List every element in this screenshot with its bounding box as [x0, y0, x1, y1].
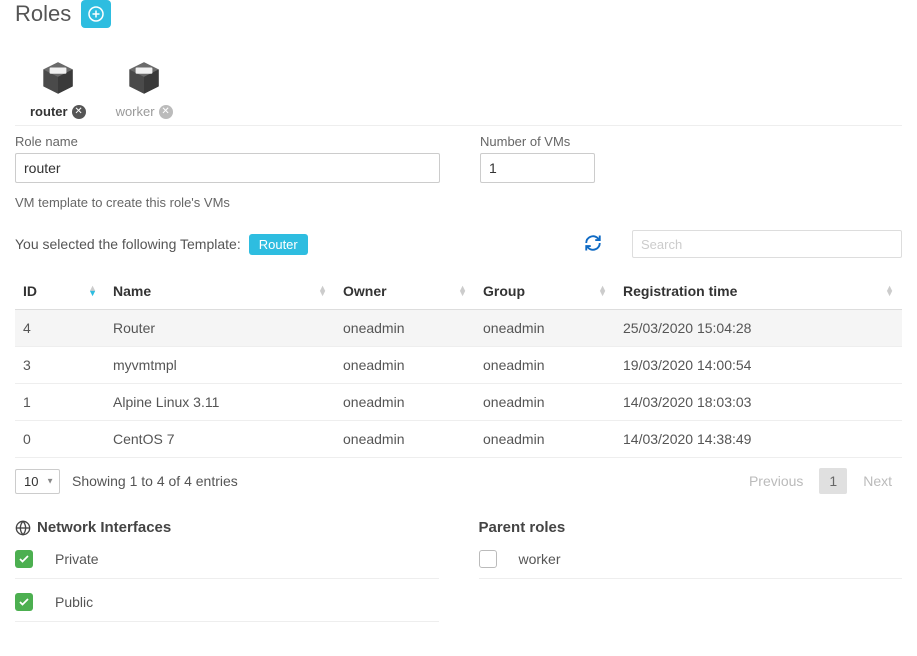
role-name-label: Role name	[15, 134, 440, 149]
cell-reg: 14/03/2020 14:38:49	[615, 421, 902, 458]
close-icon[interactable]: ✕	[72, 105, 86, 119]
tab-worker[interactable]: worker ✕	[116, 58, 173, 125]
num-vms-label: Number of VMs	[480, 134, 595, 149]
parent-item-label: worker	[519, 551, 561, 567]
globe-icon	[15, 520, 31, 536]
cell-id: 0	[15, 421, 105, 458]
cell-group: oneadmin	[475, 310, 615, 347]
page-1-button[interactable]: 1	[819, 468, 847, 494]
tab-label: worker	[116, 104, 155, 119]
parent-item-checkbox[interactable]	[479, 550, 497, 568]
cell-owner: oneadmin	[335, 310, 475, 347]
network-item-checkbox[interactable]	[15, 593, 33, 611]
page-size-select[interactable]: 10	[15, 469, 60, 494]
col-id[interactable]: ID▲▼	[15, 273, 105, 310]
cell-name: CentOS 7	[105, 421, 335, 458]
network-title: Network Interfaces	[37, 519, 171, 536]
cell-id: 1	[15, 384, 105, 421]
cell-owner: oneadmin	[335, 384, 475, 421]
cell-group: oneadmin	[475, 384, 615, 421]
num-vms-input[interactable]	[480, 153, 595, 183]
next-button[interactable]: Next	[853, 468, 902, 494]
refresh-button[interactable]	[584, 234, 602, 255]
table-row[interactable]: 4Routeroneadminoneadmin25/03/2020 15:04:…	[15, 310, 902, 347]
network-item-row: Private	[15, 550, 439, 579]
close-icon[interactable]: ✕	[159, 105, 173, 119]
col-group[interactable]: Group▲▼	[475, 273, 615, 310]
cell-group: oneadmin	[475, 347, 615, 384]
plus-circle-icon	[88, 6, 104, 22]
cube-icon	[123, 58, 165, 100]
role-tabs: router ✕ worker ✕	[15, 58, 902, 126]
tab-router[interactable]: router ✕	[30, 58, 86, 125]
search-input[interactable]	[632, 230, 902, 258]
cell-name: Alpine Linux 3.11	[105, 384, 335, 421]
table-row[interactable]: 0CentOS 7oneadminoneadmin14/03/2020 14:3…	[15, 421, 902, 458]
cell-owner: oneadmin	[335, 421, 475, 458]
cell-group: oneadmin	[475, 421, 615, 458]
cell-name: myvmtmpl	[105, 347, 335, 384]
cell-reg: 14/03/2020 18:03:03	[615, 384, 902, 421]
templates-table: ID▲▼ Name▲▼ Owner▲▼ Group▲▼ Registration…	[15, 273, 902, 458]
selected-template-badge: Router	[249, 234, 308, 255]
col-owner[interactable]: Owner▲▼	[335, 273, 475, 310]
table-row[interactable]: 1Alpine Linux 3.11oneadminoneadmin14/03/…	[15, 384, 902, 421]
network-item-row: Public	[15, 593, 439, 622]
refresh-icon	[584, 234, 602, 252]
template-label: VM template to create this role's VMs	[15, 195, 902, 210]
parent-item-row: worker	[479, 550, 903, 579]
table-info: Showing 1 to 4 of 4 entries	[72, 473, 238, 489]
cube-icon	[37, 58, 79, 100]
parent-title: Parent roles	[479, 519, 566, 536]
network-item-checkbox[interactable]	[15, 550, 33, 568]
network-item-label: Public	[55, 594, 93, 610]
prev-button[interactable]: Previous	[739, 468, 813, 494]
tab-label: router	[30, 104, 68, 119]
cell-id: 3	[15, 347, 105, 384]
cell-id: 4	[15, 310, 105, 347]
role-name-input[interactable]	[15, 153, 440, 183]
cell-reg: 19/03/2020 14:00:54	[615, 347, 902, 384]
col-name[interactable]: Name▲▼	[105, 273, 335, 310]
cell-reg: 25/03/2020 15:04:28	[615, 310, 902, 347]
template-selection-prefix: You selected the following Template:	[15, 236, 241, 252]
table-row[interactable]: 3myvmtmploneadminoneadmin19/03/2020 14:0…	[15, 347, 902, 384]
cell-owner: oneadmin	[335, 347, 475, 384]
col-regtime[interactable]: Registration time▲▼	[615, 273, 902, 310]
add-role-button[interactable]	[81, 0, 111, 28]
page-title: Roles	[15, 1, 71, 27]
cell-name: Router	[105, 310, 335, 347]
network-item-label: Private	[55, 551, 99, 567]
